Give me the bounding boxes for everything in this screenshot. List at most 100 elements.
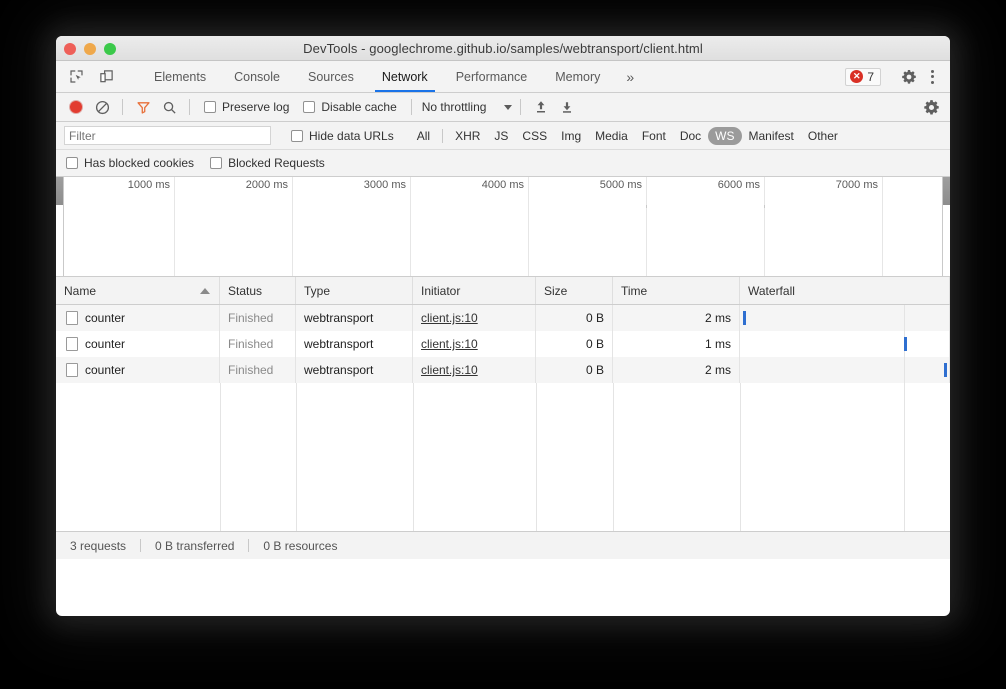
row-waterfall-cell	[740, 305, 950, 331]
row-initiator-link[interactable]: client.js:10	[421, 311, 478, 325]
network-toolbar: Preserve log Disable cache No throttling	[56, 93, 950, 122]
disable-cache-checkbox[interactable]: Disable cache	[297, 100, 402, 114]
row-type-cell: webtransport	[296, 357, 413, 383]
row-type-cell: webtransport	[296, 331, 413, 357]
overview-left-resize-handle[interactable]	[56, 177, 63, 205]
tab-elements[interactable]: Elements	[140, 61, 220, 92]
filter-type-js[interactable]: JS	[487, 127, 515, 145]
network-overview-timeline[interactable]: 1000 ms 2000 ms 3000 ms 4000 ms 5000 ms …	[56, 177, 950, 277]
export-har-icon[interactable]	[555, 96, 579, 118]
tab-performance[interactable]: Performance	[442, 61, 542, 92]
row-name-label: counter	[85, 363, 125, 377]
column-header-type[interactable]: Type	[296, 277, 413, 304]
filter-type-xhr[interactable]: XHR	[448, 127, 487, 145]
blocked-filters-bar: Has blocked cookies Blocked Requests	[56, 150, 950, 177]
maximize-window-button[interactable]	[104, 43, 116, 55]
table-row[interactable]: counter Finished webtransport client.js:…	[56, 331, 950, 357]
error-count-badge[interactable]: ✕ 7	[845, 68, 881, 86]
search-icon[interactable]	[157, 96, 181, 118]
filter-type-other[interactable]: Other	[801, 127, 845, 145]
devtools-main-menu-icon[interactable]	[922, 66, 942, 88]
tab-performance-label: Performance	[456, 70, 528, 84]
sort-ascending-icon	[200, 288, 210, 294]
column-header-status[interactable]: Status	[220, 277, 296, 304]
row-name-cell: counter	[56, 357, 220, 383]
blocked-requests-label: Blocked Requests	[228, 156, 325, 170]
network-settings-gear-icon[interactable]	[920, 96, 942, 118]
table-row[interactable]: counter Finished webtransport client.js:…	[56, 357, 950, 383]
overview-tick-4000: 4000 ms	[482, 179, 528, 191]
status-divider-2	[248, 539, 249, 552]
tab-network-label: Network	[382, 70, 428, 84]
clear-requests-button[interactable]	[90, 96, 114, 118]
row-time-cell: 2 ms	[613, 357, 740, 383]
column-header-waterfall[interactable]: Waterfall	[740, 277, 950, 304]
document-icon	[66, 363, 78, 377]
table-row[interactable]: counter Finished webtransport client.js:…	[56, 305, 950, 331]
hide-data-urls-checkbox[interactable]: Hide data URLs	[285, 129, 400, 143]
network-request-table: Name Status Type Initiator Size Time Wat…	[56, 277, 950, 559]
column-header-time[interactable]: Time	[613, 277, 740, 304]
filter-type-font[interactable]: Font	[635, 127, 673, 145]
column-header-initiator[interactable]: Initiator	[413, 277, 536, 304]
has-blocked-cookies-box-icon	[66, 157, 78, 169]
import-har-icon[interactable]	[529, 96, 553, 118]
overview-tick-5000: 5000 ms	[600, 179, 646, 191]
row-initiator-cell[interactable]: client.js:10	[413, 305, 536, 331]
filter-type-manifest[interactable]: Manifest	[742, 127, 801, 145]
tab-console[interactable]: Console	[220, 61, 294, 92]
has-blocked-cookies-checkbox[interactable]: Has blocked cookies	[66, 156, 194, 170]
blocked-requests-checkbox[interactable]: Blocked Requests	[210, 156, 325, 170]
overview-tick-3000: 3000 ms	[364, 179, 410, 191]
overview-tick-1000: 1000 ms	[128, 179, 174, 191]
filter-type-css[interactable]: CSS	[515, 127, 554, 145]
toolbar-divider-1	[122, 99, 123, 115]
more-tabs-button[interactable]: »	[614, 61, 646, 92]
row-type-cell: webtransport	[296, 305, 413, 331]
waterfall-bar	[904, 337, 907, 351]
row-initiator-link[interactable]: client.js:10	[421, 337, 478, 351]
column-header-name[interactable]: Name	[56, 277, 220, 304]
devtools-settings-gear-icon[interactable]	[898, 66, 920, 88]
filter-type-img[interactable]: Img	[554, 127, 588, 145]
toolbar-divider-4	[520, 99, 521, 115]
row-initiator-link[interactable]: client.js:10	[421, 363, 478, 377]
waterfall-bar	[944, 363, 947, 377]
overview-tick-2000: 2000 ms	[246, 179, 292, 191]
preserve-log-checkbox[interactable]: Preserve log	[198, 100, 295, 114]
tab-memory[interactable]: Memory	[541, 61, 614, 92]
device-toolbar-icon[interactable]	[95, 66, 117, 88]
row-initiator-cell[interactable]: client.js:10	[413, 331, 536, 357]
filter-input[interactable]: Filter	[64, 126, 271, 145]
row-initiator-cell[interactable]: client.js:10	[413, 357, 536, 383]
window-title: DevTools - googlechrome.github.io/sample…	[56, 41, 950, 56]
filter-input-placeholder: Filter	[69, 129, 96, 143]
inspect-element-icon[interactable]	[65, 66, 87, 88]
filter-funnel-icon[interactable]	[131, 96, 155, 118]
filter-type-ws[interactable]: WS	[708, 127, 741, 145]
column-header-type-label: Type	[304, 284, 330, 298]
tab-sources[interactable]: Sources	[294, 61, 368, 92]
column-header-status-label: Status	[228, 284, 262, 298]
document-icon	[66, 311, 78, 325]
throttling-value: No throttling	[422, 100, 487, 114]
overview-right-resize-handle[interactable]	[943, 177, 950, 205]
row-size-cell: 0 B	[536, 357, 613, 383]
row-status-cell: Finished	[220, 357, 296, 383]
filter-type-all[interactable]: All	[410, 127, 437, 145]
row-waterfall-cell	[740, 357, 950, 383]
error-count-label: 7	[867, 70, 874, 84]
throttling-select[interactable]: No throttling	[420, 100, 513, 114]
column-header-size[interactable]: Size	[536, 277, 613, 304]
tab-network[interactable]: Network	[368, 61, 442, 92]
row-name-label: counter	[85, 337, 125, 351]
row-size-cell: 0 B	[536, 305, 613, 331]
overview-tick-6000: 6000 ms	[718, 179, 764, 191]
record-button[interactable]	[64, 96, 88, 118]
toolbar-divider-3	[411, 99, 412, 115]
filter-type-media[interactable]: Media	[588, 127, 635, 145]
record-dot-icon	[70, 101, 82, 113]
minimize-window-button[interactable]	[84, 43, 96, 55]
filter-type-doc[interactable]: Doc	[673, 127, 708, 145]
close-window-button[interactable]	[64, 43, 76, 55]
